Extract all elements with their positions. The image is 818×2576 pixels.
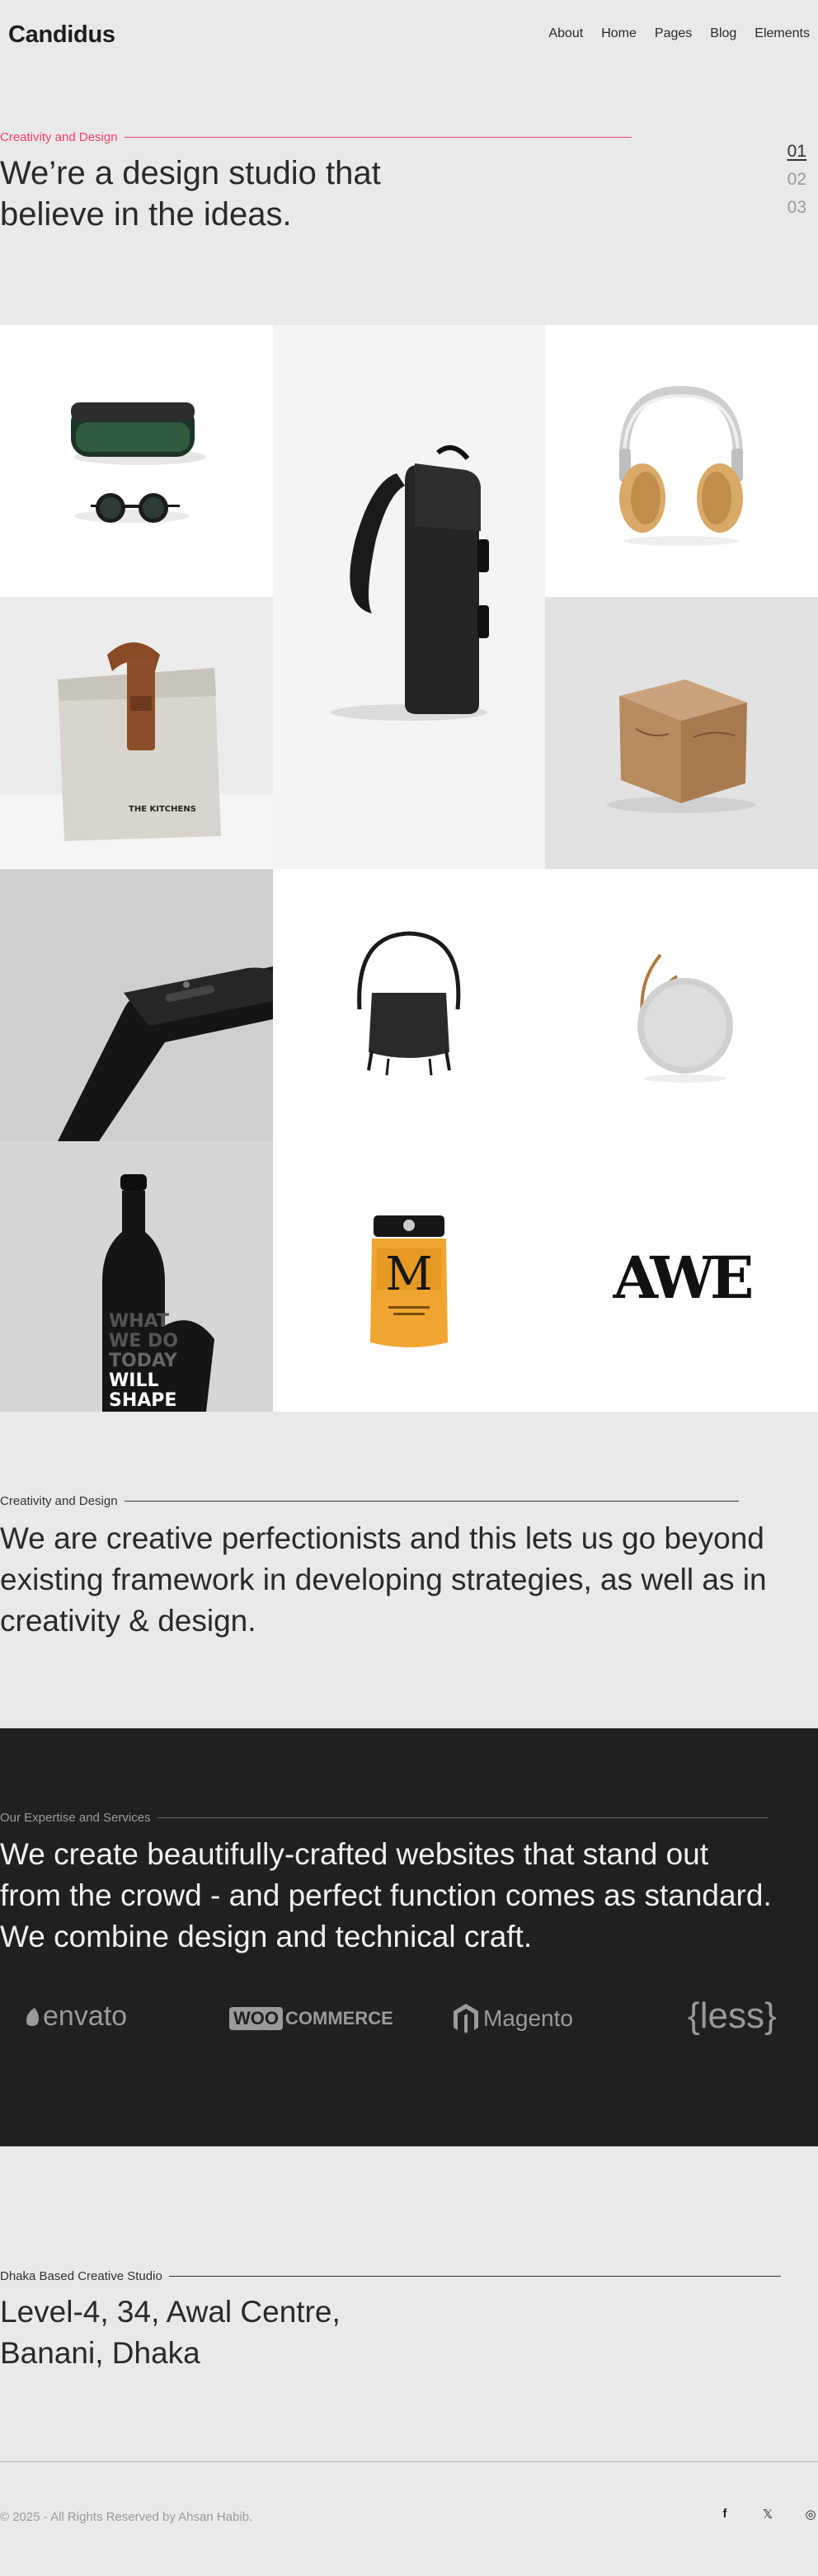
main-nav: About Home Pages Blog Elements [548,26,810,41]
client-logos: envato WOO COMMERCE Magento {less} [0,1995,818,2042]
nav-blog[interactable]: Blog [710,26,736,41]
paper-bag-image: THE KITCHENS [0,642,273,869]
slide-number-2[interactable]: 02 [787,170,806,190]
magento-icon [454,2004,478,2033]
portfolio-tile-honey-jar[interactable]: M [273,1141,545,1412]
portfolio-tile-glasses[interactable] [0,325,273,597]
nav-home[interactable]: Home [601,26,637,41]
speaker-image [637,953,733,1083]
kicker-divider [124,1501,739,1502]
slide-number-3[interactable]: 03 [787,198,806,218]
kicker-divider [124,137,632,138]
chair-image [357,931,461,1076]
hero-kicker: Creativity and Design [0,130,818,144]
contact-kicker: Dhaka Based Creative Studio [0,2269,818,2283]
envato-leaf-icon [26,2007,39,2026]
portfolio-tile-backpack[interactable] [273,325,545,869]
kicker-divider [157,1817,768,1818]
wine-bottle-image: WHAT WE DO TODAY WILL SHAPE TOMO [102,1174,214,1412]
portfolio-tile-logo[interactable]: AWE [545,1141,818,1412]
woocommerce-logo[interactable]: WOO COMMERCE [229,2007,393,2030]
site-logo[interactable]: Candidus [8,21,115,49]
intro-kicker: Creativity and Design [0,1494,818,1508]
portfolio-tile-speaker[interactable] [545,869,818,1141]
portfolio-tile-headphones[interactable] [545,325,818,597]
portfolio-tile-watch[interactable] [0,869,273,1141]
jar-letter: M [385,1248,432,1301]
site-header: Candidus About Home Pages Blog Elements [0,0,818,71]
footer-divider [0,2461,818,2462]
slide-number-1[interactable]: 01 [787,142,806,162]
services-kicker: Our Expertise and Services [0,1811,768,1825]
hero-section: Creativity and Design We’re a design stu… [0,130,818,246]
wood-cube-image [607,679,755,813]
portfolio-grid: THE KITCHENS WHAT WE DO TODAY WILL SHAPE… [0,325,818,1412]
address-line-2: Banani, Dhaka [0,2336,200,2370]
intro-section: Creativity and Design We are creative pe… [0,1494,818,1642]
intro-text: We are creative perfectionists and this … [0,1521,767,1638]
nav-elements[interactable]: Elements [755,26,810,41]
magento-logo[interactable]: Magento [452,2002,573,2035]
envato-logo[interactable]: envato [23,2000,127,2033]
facebook-icon[interactable]: f [717,2507,732,2525]
copyright-text: © 2025 - All Rights Reserved by Ahsan Ha… [0,2510,253,2524]
services-kicker-label: Our Expertise and Services [0,1811,151,1825]
slider-pagination: 01 02 03 [787,142,806,218]
less-logo[interactable]: {less} [688,1995,777,2037]
intro-kicker-label: Creativity and Design [0,1494,118,1508]
x-twitter-icon[interactable]: 𝕏 [760,2507,775,2525]
address-line-1: Level-4, 34, Awal Centre, [0,2295,341,2329]
backpack-image [331,444,489,721]
address-text: Level-4, 34, Awal Centre, Banani, Dhaka [0,2292,818,2374]
portfolio-tile-paper-bag[interactable]: THE KITCHENS [0,597,273,869]
portfolio-tile-chair[interactable] [273,869,545,1141]
nav-pages[interactable]: Pages [655,26,692,41]
instagram-icon[interactable]: ◎ [803,2507,818,2525]
services-text: We create beautifully-crafted websites t… [0,1837,772,1953]
bag-label-text: THE KITCHENS [129,805,196,814]
hero-title: We’re a design studio that believe in th… [0,155,381,233]
contact-section: Dhaka Based Creative Studio Level-4, 34,… [0,2269,818,2374]
social-links: f 𝕏 ◎ [717,2507,818,2525]
awe-logo-text: AWE [613,1243,751,1312]
portfolio-tile-wine[interactable]: WHAT WE DO TODAY WILL SHAPE TOMO [0,1141,273,1412]
portfolio-tile-wood-cube[interactable] [545,597,818,869]
headphones-image [619,385,743,546]
kicker-divider [168,2276,781,2277]
hero-kicker-label: Creativity and Design [0,130,118,144]
contact-kicker-label: Dhaka Based Creative Studio [0,2269,162,2283]
awe-logo-image: AWE [613,1243,756,1312]
services-section: Our Expertise and Services We create bea… [0,1728,818,2146]
watch-image [58,966,273,1141]
bottle-text: WHAT WE DO TODAY WILL SHAPE TOMO [109,1311,185,1412]
honey-jar-image: M [370,1215,448,1347]
nav-about[interactable]: About [548,26,583,41]
glasses-case-image [71,402,206,523]
